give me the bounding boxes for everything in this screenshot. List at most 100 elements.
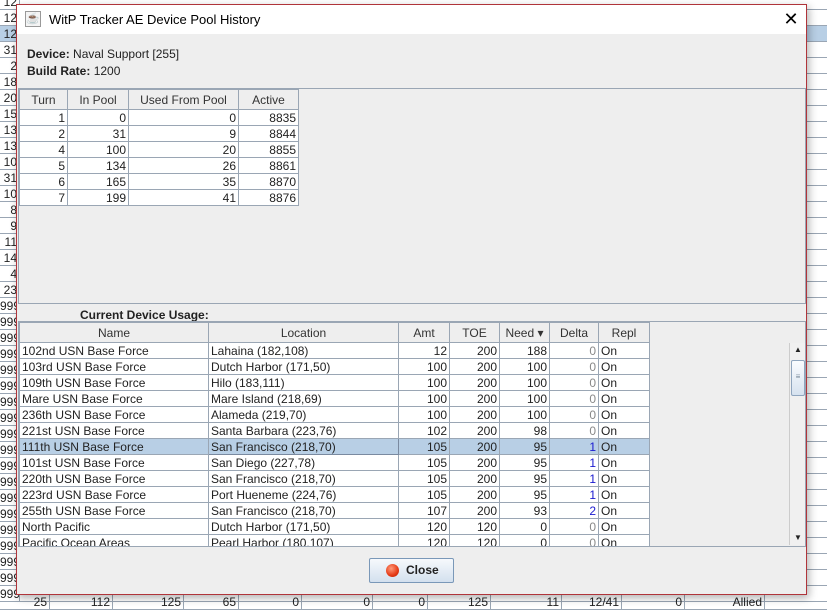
history-table-row[interactable]: 1 0 0 8835 bbox=[19, 109, 299, 126]
build-rate-value: 1200 bbox=[93, 64, 121, 78]
usage-cell-amt: 120 bbox=[398, 518, 450, 535]
background-cell: 0 bbox=[239, 594, 302, 610]
scroll-down-arrow-icon[interactable]: ▼ bbox=[790, 531, 806, 545]
usage-column-header[interactable]: Need ▾ bbox=[499, 322, 550, 343]
usage-table-row[interactable]: Mare USN Base Force Mare Island (218,69) 1… bbox=[19, 390, 650, 407]
history-cell: 20 bbox=[128, 141, 239, 158]
usage-table-row[interactable]: 220th USN Base Force San Francisco (218,7… bbox=[19, 470, 650, 487]
usage-cell-delta: 1 bbox=[549, 454, 599, 471]
usage-cell-delta: 1 bbox=[549, 438, 599, 455]
title-bar[interactable]: ☕ WitP Tracker AE Device Pool History ✕ bbox=[17, 5, 806, 34]
history-cell: 100 bbox=[67, 141, 129, 158]
usage-cell-amt: 105 bbox=[398, 486, 450, 503]
usage-table-row[interactable]: North Pacific Dutch Harbor (171,50) 120 120… bbox=[19, 518, 650, 535]
usage-cell-repl: On bbox=[598, 518, 650, 535]
usage-cell-location: Pearl Harbor (180,107) bbox=[208, 534, 399, 546]
usage-column-header[interactable]: Name bbox=[19, 322, 209, 343]
usage-table-row[interactable]: 102nd USN Base Force Lahaina (182,108) 12 2… bbox=[19, 342, 650, 359]
usage-cell-amt: 12 bbox=[398, 342, 450, 359]
usage-cell-amt: 100 bbox=[398, 358, 450, 375]
usage-cell-toe: 200 bbox=[449, 390, 500, 407]
usage-cell-repl: On bbox=[598, 422, 650, 439]
usage-cell-need: 95 bbox=[499, 470, 550, 487]
background-cell: 0 bbox=[373, 594, 428, 610]
history-table-row[interactable]: 5 134 26 8861 bbox=[19, 157, 299, 174]
usage-cell-location: Hilo (183,111) bbox=[208, 374, 399, 391]
history-cell: 6 bbox=[19, 173, 68, 190]
scroll-up-arrow-icon[interactable]: ▲ bbox=[790, 343, 806, 357]
history-cell: 199 bbox=[67, 189, 129, 206]
device-value: Naval Support [255] bbox=[73, 47, 180, 61]
background-row: 25 112 125 65 0 0 0 125 11 12/41 0 Allied bbox=[0, 594, 827, 610]
usage-table-row[interactable]: 221st USN Base Force Santa Barbara (223,7… bbox=[19, 422, 650, 439]
usage-cell-repl: On bbox=[598, 358, 650, 375]
usage-column-header[interactable]: Repl bbox=[598, 322, 650, 343]
history-cell: 8876 bbox=[238, 189, 299, 206]
usage-table-row[interactable]: 109th USN Base Force Hilo (183,111) 100 200… bbox=[19, 374, 650, 391]
usage-cell-name: 220th USN Base Force bbox=[19, 470, 209, 487]
usage-table: Name Location Amt TOE Need ▾ Delta Repl 102nd … bbox=[19, 322, 650, 546]
history-table: Turn In Pool Used From Pool Active 1 0 0 8835 2… bbox=[19, 89, 299, 206]
usage-column-header[interactable]: TOE bbox=[449, 322, 500, 343]
usage-cell-repl: On bbox=[598, 374, 650, 391]
scrollbar-thumb[interactable]: ≡ bbox=[791, 360, 805, 396]
usage-cell-location: San Francisco (218,70) bbox=[208, 470, 399, 487]
history-column-header[interactable]: Active bbox=[238, 89, 299, 110]
usage-cell-amt: 100 bbox=[398, 390, 450, 407]
history-cell: 0 bbox=[128, 109, 239, 126]
usage-table-row[interactable]: 101st USN Base Force San Diego (227,78) 10… bbox=[19, 454, 650, 471]
java-app-icon: ☕ bbox=[25, 11, 41, 27]
history-table-row[interactable]: 2 31 9 8844 bbox=[19, 125, 299, 142]
close-button[interactable]: Close bbox=[369, 558, 454, 583]
usage-cell-delta: 0 bbox=[549, 406, 599, 423]
history-table-row[interactable]: 4 100 20 8855 bbox=[19, 141, 299, 158]
history-cell: 8835 bbox=[238, 109, 299, 126]
history-column-header[interactable]: Used From Pool bbox=[128, 89, 239, 110]
build-rate-info: Build Rate: 1200 bbox=[27, 64, 120, 78]
usage-cell-toe: 200 bbox=[449, 438, 500, 455]
usage-cell-toe: 200 bbox=[449, 374, 500, 391]
usage-table-scrollbar[interactable]: ▲ ≡ ▼ bbox=[789, 343, 805, 545]
usage-cell-repl: On bbox=[598, 342, 650, 359]
usage-cell-repl: On bbox=[598, 502, 650, 519]
history-cell: 0 bbox=[67, 109, 129, 126]
usage-cell-name: North Pacific bbox=[19, 518, 209, 535]
history-column-header[interactable]: In Pool bbox=[67, 89, 129, 110]
usage-cell-toe: 120 bbox=[449, 534, 500, 546]
usage-cell-need: 100 bbox=[499, 374, 550, 391]
background-cell: Allied bbox=[685, 594, 765, 610]
history-column-header[interactable]: Turn bbox=[19, 89, 68, 110]
history-cell: 31 bbox=[67, 125, 129, 142]
usage-table-row[interactable]: 236th USN Base Force Alameda (219,70) 100 2… bbox=[19, 406, 650, 423]
history-table-row[interactable]: 6 165 35 8870 bbox=[19, 173, 299, 190]
usage-cell-need: 100 bbox=[499, 358, 550, 375]
usage-cell-amt: 100 bbox=[398, 374, 450, 391]
usage-cell-name: Mare USN Base Force bbox=[19, 390, 209, 407]
usage-cell-amt: 105 bbox=[398, 438, 450, 455]
usage-cell-name: 255th USN Base Force bbox=[19, 502, 209, 519]
usage-cell-need: 93 bbox=[499, 502, 550, 519]
device-info: Device: Naval Support [255] bbox=[27, 47, 179, 61]
history-cell: 26 bbox=[128, 157, 239, 174]
usage-table-row[interactable]: 103rd USN Base Force Dutch Harbor (171,50… bbox=[19, 358, 650, 375]
usage-cell-delta: 0 bbox=[549, 342, 599, 359]
usage-table-row[interactable]: 111th USN Base Force San Francisco (218,7… bbox=[19, 438, 650, 455]
history-table-row[interactable]: 7 199 41 8876 bbox=[19, 189, 299, 206]
usage-cell-delta: 0 bbox=[549, 518, 599, 535]
window-close-button[interactable]: ✕ bbox=[776, 5, 806, 34]
usage-table-row[interactable]: 255th USN Base Force San Francisco (218,7… bbox=[19, 502, 650, 519]
usage-cell-location: San Francisco (218,70) bbox=[208, 438, 399, 455]
usage-cell-toe: 120 bbox=[449, 518, 500, 535]
usage-table-row[interactable]: Pacific Ocean Areas Pearl Harbor (180,107… bbox=[19, 534, 650, 546]
usage-column-header[interactable]: Location bbox=[208, 322, 399, 343]
usage-cell-name: 101st USN Base Force bbox=[19, 454, 209, 471]
usage-cell-location: San Francisco (218,70) bbox=[208, 502, 399, 519]
usage-cell-repl: On bbox=[598, 470, 650, 487]
history-cell: 4 bbox=[19, 141, 68, 158]
usage-column-header[interactable]: Delta bbox=[549, 322, 599, 343]
history-cell: 1 bbox=[19, 109, 68, 126]
usage-cell-need: 0 bbox=[499, 518, 550, 535]
usage-table-row[interactable]: 223rd USN Base Force Port Hueneme (224,76… bbox=[19, 486, 650, 503]
window-title: WitP Tracker AE Device Pool History bbox=[49, 12, 261, 27]
usage-column-header[interactable]: Amt bbox=[398, 322, 450, 343]
